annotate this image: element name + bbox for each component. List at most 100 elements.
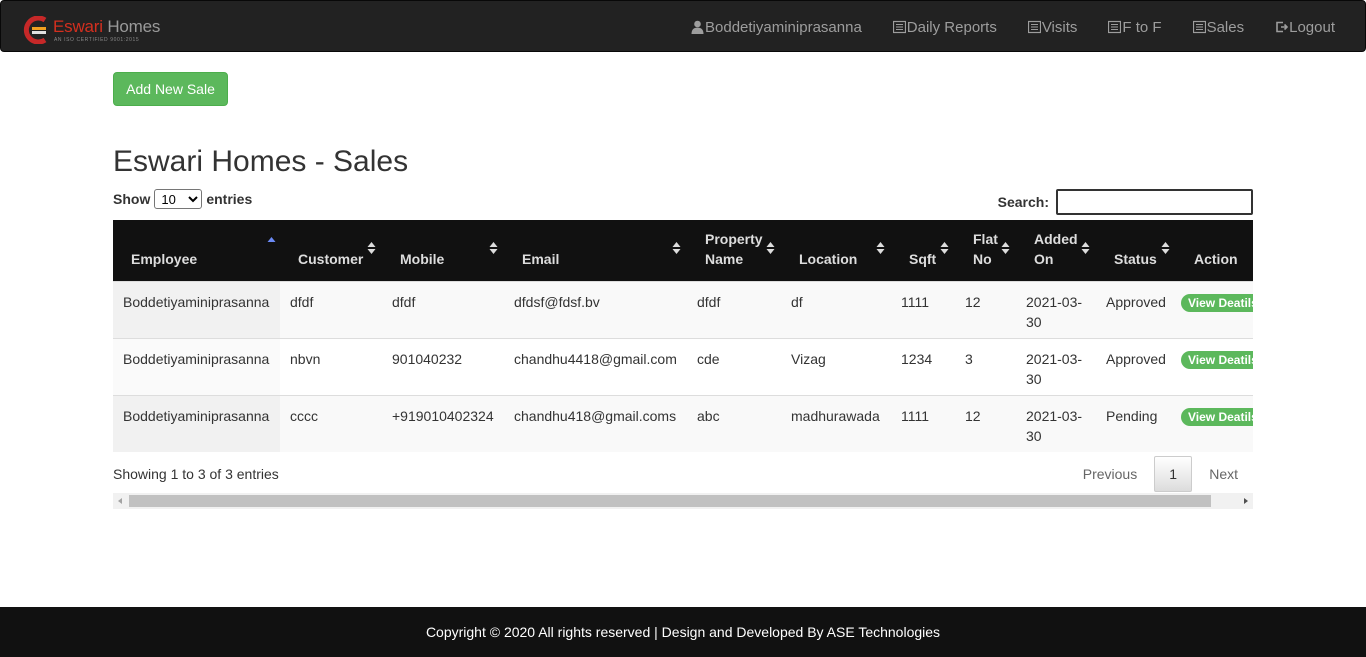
nav-boddetiyaminiprasanna[interactable]: Boddetiyaminiprasanna: [691, 19, 862, 36]
brand-name: Eswari Homes: [53, 17, 160, 37]
view-details-button[interactable]: View Deatils: [1181, 293, 1253, 312]
list-icon: [1108, 20, 1122, 34]
cell-email: chandhu4418@gmail.com: [504, 337, 687, 395]
page-title: Eswari Homes - Sales: [113, 145, 409, 178]
scroll-right-arrow-icon[interactable]: [1237, 493, 1253, 509]
horizontal-scrollbar[interactable]: [113, 493, 1253, 509]
table-row: Boddetiyaminiprasanna nbvn 901040232 chandh…: [113, 337, 1253, 395]
column-header-label: Mobile: [400, 250, 445, 267]
cell-employee: Boddetiyaminiprasanna: [113, 394, 280, 452]
view-details-button[interactable]: View Deatils: [1181, 407, 1253, 426]
sales-table: Employee Customer Mobile Email Property Name…: [113, 220, 1253, 452]
user-icon: [691, 20, 705, 34]
column-header-label: Action: [1194, 250, 1238, 267]
cell-location: madhurawada: [781, 394, 891, 452]
cell-added-on: 2021-03-30: [1016, 280, 1096, 338]
sort-both-icon[interactable]: [766, 240, 775, 256]
pagination: Previous 1 Next: [1069, 456, 1253, 492]
cell-location: Vizag: [781, 337, 891, 395]
column-header-label: Location: [799, 250, 858, 267]
navbar: Eswari Homes AN ISO CERTIFIED 9001:2015 …: [0, 0, 1366, 52]
column-header-location[interactable]: Location: [781, 220, 891, 281]
column-header-status[interactable]: Status: [1096, 220, 1176, 281]
cell-employee: Boddetiyaminiprasanna: [113, 280, 280, 338]
column-header-sqft[interactable]: Sqft: [891, 220, 955, 281]
nav-label: Daily Reports: [906, 18, 997, 36]
column-header-employee[interactable]: Employee: [113, 220, 280, 281]
cell-action: View Deatils: [1176, 337, 1253, 395]
cell-mobile: 901040232: [382, 337, 504, 395]
table-row: Boddetiyaminiprasanna cccc +919010402324 ch…: [113, 394, 1253, 452]
search-input[interactable]: [1056, 189, 1253, 215]
cell-sqft: 1111: [891, 394, 955, 452]
nav-f-to-f[interactable]: F to F: [1108, 18, 1162, 36]
cell-customer: nbvn: [280, 337, 382, 395]
cell-sqft: 1234: [891, 337, 955, 395]
nav-daily-reports[interactable]: Daily Reports: [892, 18, 997, 36]
column-header-label: Sqft: [909, 250, 937, 267]
brand-name-part1: Eswari: [53, 17, 103, 36]
brand-logo[interactable]: Eswari Homes AN ISO CERTIFIED 9001:2015: [23, 14, 163, 46]
column-header-label: Status: [1114, 250, 1157, 267]
nav-logout[interactable]: Logout: [1275, 19, 1335, 36]
cell-sqft: 1111: [891, 280, 955, 338]
search-label: Search:: [997, 194, 1049, 210]
sort-both-icon[interactable]: [367, 240, 376, 256]
list-icon: [1192, 20, 1207, 34]
cell-customer: dfdf: [280, 280, 382, 338]
entries-length-control: Show 10 entries: [113, 189, 252, 209]
logout-icon: [1275, 20, 1289, 34]
table-row: Boddetiyaminiprasanna dfdf dfdf dfdsf@fdsf.…: [113, 280, 1253, 338]
column-header-label: Added On: [1034, 230, 1078, 267]
search-control: Search:: [998, 189, 1253, 215]
cell-mobile: dfdf: [382, 280, 504, 338]
sort-both-icon[interactable]: [940, 240, 949, 256]
cell-status: Approved: [1096, 280, 1176, 338]
column-header-mobile[interactable]: Mobile: [382, 220, 504, 281]
cell-email: chandhu418@gmail.coms: [504, 394, 687, 452]
list-icon: [892, 20, 907, 34]
table-header-row: Employee Customer Mobile Email Property Name…: [113, 220, 1253, 281]
view-details-button[interactable]: View Deatils: [1181, 350, 1253, 369]
cell-property-name: dfdf: [687, 280, 781, 338]
sort-both-icon[interactable]: [672, 240, 681, 256]
column-header-action: Action: [1176, 220, 1253, 281]
column-header-customer[interactable]: Customer: [280, 220, 382, 281]
nav-label: F to F: [1122, 18, 1162, 36]
page-1-button[interactable]: 1: [1154, 456, 1193, 492]
cell-property-name: abc: [687, 394, 781, 452]
cell-action: View Deatils: [1176, 280, 1253, 338]
cell-added-on: 2021-03-30: [1016, 337, 1096, 395]
column-header-property-name[interactable]: Property Name: [687, 220, 781, 281]
scroll-left-arrow-icon[interactable]: [113, 493, 129, 509]
previous-page-button[interactable]: Previous: [1069, 456, 1151, 492]
sort-both-icon[interactable]: [1161, 240, 1170, 256]
column-header-email[interactable]: Email: [504, 220, 687, 281]
column-header-label: Employee: [131, 250, 198, 267]
sort-both-icon[interactable]: [1001, 240, 1010, 256]
nav-label: Sales: [1206, 18, 1245, 36]
nav-label: Logout: [1289, 18, 1335, 36]
footer: Copyright © 2020 All rights reserved | D…: [0, 607, 1366, 657]
column-header-label: Flat No: [973, 230, 998, 267]
logo-mark-icon: [23, 16, 47, 44]
add-new-sale-button[interactable]: Add New Sale: [113, 72, 228, 106]
entries-select[interactable]: 10: [154, 189, 203, 209]
sort-ascending-icon[interactable]: [267, 234, 276, 250]
column-header-flat-no[interactable]: Flat No: [955, 220, 1016, 281]
scrollbar-thumb[interactable]: [129, 495, 1211, 507]
nav-label: Boddetiyaminiprasanna: [705, 18, 862, 36]
sort-both-icon[interactable]: [1081, 240, 1090, 256]
brand-tagline: AN ISO CERTIFIED 9001:2015: [54, 37, 140, 43]
cell-status: Pending: [1096, 394, 1176, 452]
nav-sales[interactable]: Sales: [1192, 18, 1245, 36]
next-page-button[interactable]: Next: [1195, 456, 1253, 492]
list-icon: [1027, 20, 1042, 34]
nav-visits[interactable]: Visits: [1027, 19, 1077, 36]
cell-action: View Deatils: [1176, 394, 1253, 452]
sort-both-icon[interactable]: [489, 240, 498, 256]
column-header-label: Customer: [298, 250, 364, 267]
sort-both-icon[interactable]: [876, 240, 885, 256]
column-header-added-on[interactable]: Added On: [1016, 220, 1096, 281]
cell-flat-no: 12: [955, 394, 1016, 452]
